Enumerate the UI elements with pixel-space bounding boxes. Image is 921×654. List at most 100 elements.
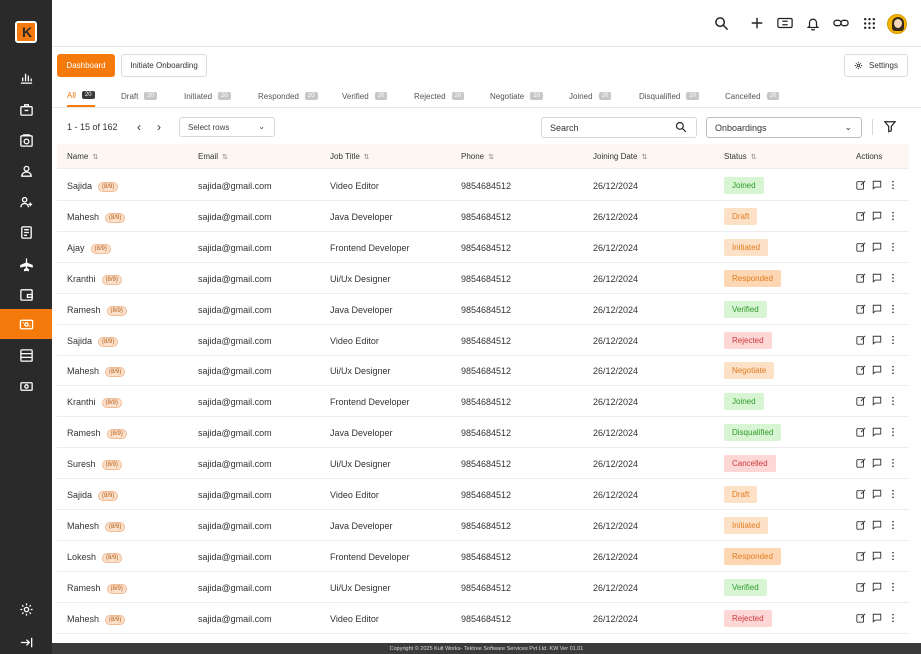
app-logo[interactable]: K	[15, 21, 37, 43]
edit-icon[interactable]	[856, 520, 866, 530]
edit-icon[interactable]	[856, 396, 866, 406]
table-row[interactable]: Ramesh (8/9) sajida@gmail.com Ui/Ux Designe…	[57, 572, 909, 603]
settings-gear-icon[interactable]	[0, 594, 52, 624]
column-header-name[interactable]: Name ⇅	[67, 152, 98, 161]
sidebar-item-users-icon[interactable]	[0, 187, 52, 217]
column-header-status[interactable]: Status ⇅	[724, 152, 757, 161]
comment-icon[interactable]	[872, 551, 882, 561]
comment-icon[interactable]	[872, 427, 882, 437]
user-avatar[interactable]	[887, 14, 907, 34]
logout-icon[interactable]	[0, 627, 52, 654]
comment-icon[interactable]	[872, 335, 882, 345]
sidebar-item-money-icon[interactable]	[0, 371, 52, 401]
comment-icon[interactable]	[872, 396, 882, 407]
sidebar-item-briefcase-icon[interactable]	[0, 94, 52, 124]
table-row[interactable]: Sajida (8/9) sajida@gmail.com Video Editor 9…	[57, 170, 909, 201]
sidebar-item-bar-chart-icon[interactable]	[0, 62, 52, 92]
next-page-icon[interactable]: ›	[153, 120, 165, 134]
link-icon[interactable]	[832, 14, 850, 32]
more-vertical-icon[interactable]	[888, 396, 898, 406]
column-header-email[interactable]: Email ⇅	[198, 152, 228, 161]
column-header-phone[interactable]: Phone ⇅	[461, 152, 494, 161]
more-vertical-icon[interactable]	[888, 180, 898, 190]
more-vertical-icon[interactable]	[888, 427, 898, 437]
tab-joined[interactable]: Joined 20	[569, 85, 612, 107]
table-row[interactable]: Sajida (8/9) sajida@gmail.com Video Editor 9…	[57, 325, 909, 356]
table-row[interactable]: Suresh (8/9) sajida@gmail.com Ui/Ux Designe…	[57, 448, 909, 480]
table-row[interactable]: Ramesh (8/9) sajida@gmail.com Java Develope…	[57, 294, 909, 325]
table-row[interactable]: Ramesh (8/9) sajida@gmail.com Java Develope…	[57, 417, 909, 449]
sidebar-item-airplane-icon[interactable]	[0, 249, 52, 279]
table-row[interactable]: Kranthi (8/9) sajida@gmail.com Frontend Dev…	[57, 386, 909, 418]
comment-icon[interactable]	[872, 304, 882, 314]
ticket-icon[interactable]	[776, 14, 794, 32]
more-vertical-icon[interactable]	[888, 489, 898, 499]
table-row[interactable]: Mahesh (8/9) sajida@gmail.com Java Develope…	[57, 201, 909, 232]
more-vertical-icon[interactable]	[888, 365, 898, 375]
settings-button[interactable]: Settings	[844, 54, 908, 77]
search-icon[interactable]	[712, 14, 730, 32]
tab-disqualified[interactable]: Disqualified 20	[639, 85, 700, 107]
column-header-actions[interactable]: Actions	[856, 152, 882, 161]
sort-icon[interactable]: ⇅	[488, 154, 494, 161]
table-row[interactable]: Mahesh (8/9) sajida@gmail.com Ui/Ux Designe…	[57, 355, 909, 387]
column-header-joining-date[interactable]: Joining Date ⇅	[593, 152, 647, 161]
sidebar-item-wallet-icon[interactable]	[0, 279, 52, 309]
select-rows-dropdown[interactable]: Select rows ⌄	[179, 117, 275, 137]
more-vertical-icon[interactable]	[888, 551, 898, 561]
tab-verified[interactable]: Verified 20	[342, 85, 388, 107]
comment-icon[interactable]	[872, 613, 882, 623]
sort-icon[interactable]: ⇅	[641, 154, 647, 161]
edit-icon[interactable]	[856, 242, 866, 252]
bell-icon[interactable]	[804, 14, 822, 32]
column-header-job-title[interactable]: Job Title ⇅	[330, 152, 370, 161]
prev-page-icon[interactable]: ‹	[133, 120, 145, 134]
more-vertical-icon[interactable]	[888, 458, 898, 468]
table-row[interactable]: Lokesh (8/9) sajida@gmail.com Frontend Deve…	[57, 541, 909, 572]
tab-negotiate[interactable]: Negotiate 20	[490, 85, 543, 107]
more-vertical-icon[interactable]	[888, 335, 898, 345]
initiate-onboarding-button[interactable]: Initiate Onboarding	[121, 54, 207, 77]
comment-icon[interactable]	[872, 242, 882, 252]
more-vertical-icon[interactable]	[888, 613, 898, 623]
more-vertical-icon[interactable]	[888, 273, 898, 283]
edit-icon[interactable]	[856, 180, 866, 190]
sort-icon[interactable]: ⇅	[751, 154, 757, 161]
edit-icon[interactable]	[856, 613, 866, 623]
comment-icon[interactable]	[872, 180, 882, 190]
more-vertical-icon[interactable]	[888, 304, 898, 314]
edit-icon[interactable]	[856, 458, 866, 468]
edit-icon[interactable]	[856, 273, 866, 283]
dashboard-button[interactable]: Dashboard	[57, 54, 115, 77]
edit-icon[interactable]	[856, 335, 866, 345]
comment-icon[interactable]	[872, 520, 882, 530]
sort-icon[interactable]: ⇅	[364, 154, 370, 161]
comment-icon[interactable]	[872, 458, 882, 468]
comment-icon[interactable]	[872, 211, 882, 221]
edit-icon[interactable]	[856, 365, 866, 376]
more-vertical-icon[interactable]	[888, 211, 898, 221]
table-row[interactable]: Kranthi (8/9) sajida@gmail.com Ui/Ux Design…	[57, 263, 909, 294]
onboardings-select[interactable]: Onboardings ⌄	[706, 117, 862, 138]
tab-all[interactable]: All 20	[67, 85, 95, 107]
tab-initiated[interactable]: Initiated 20	[184, 85, 231, 107]
edit-icon[interactable]	[856, 582, 866, 592]
edit-icon[interactable]	[856, 427, 866, 437]
table-row[interactable]: Mahesh (8/9) sajida@gmail.com Video Editor 9…	[57, 603, 909, 634]
sidebar-item-camera-icon[interactable]	[0, 125, 52, 155]
table-row[interactable]: Sajida (8/9) sajida@gmail.com Video Editor 9…	[57, 479, 909, 510]
comment-icon[interactable]	[872, 582, 882, 592]
sidebar-item-document-icon[interactable]	[0, 217, 52, 247]
tab-cancelled[interactable]: Cancelled 20	[725, 85, 780, 107]
edit-icon[interactable]	[856, 304, 866, 314]
search-input[interactable]: Search	[541, 117, 697, 138]
comment-icon[interactable]	[872, 273, 882, 283]
sidebar-item-table-icon[interactable]	[0, 340, 52, 370]
more-vertical-icon[interactable]	[888, 520, 898, 530]
more-vertical-icon[interactable]	[888, 582, 898, 592]
filter-icon[interactable]	[883, 120, 897, 138]
sidebar-item-ticket-icon[interactable]	[0, 309, 52, 339]
edit-icon[interactable]	[856, 211, 866, 221]
table-row[interactable]: Ajay (8/9) sajida@gmail.com Frontend Develo…	[57, 232, 909, 263]
table-row[interactable]: Mahesh (8/9) sajida@gmail.com Java Develope…	[57, 510, 909, 541]
